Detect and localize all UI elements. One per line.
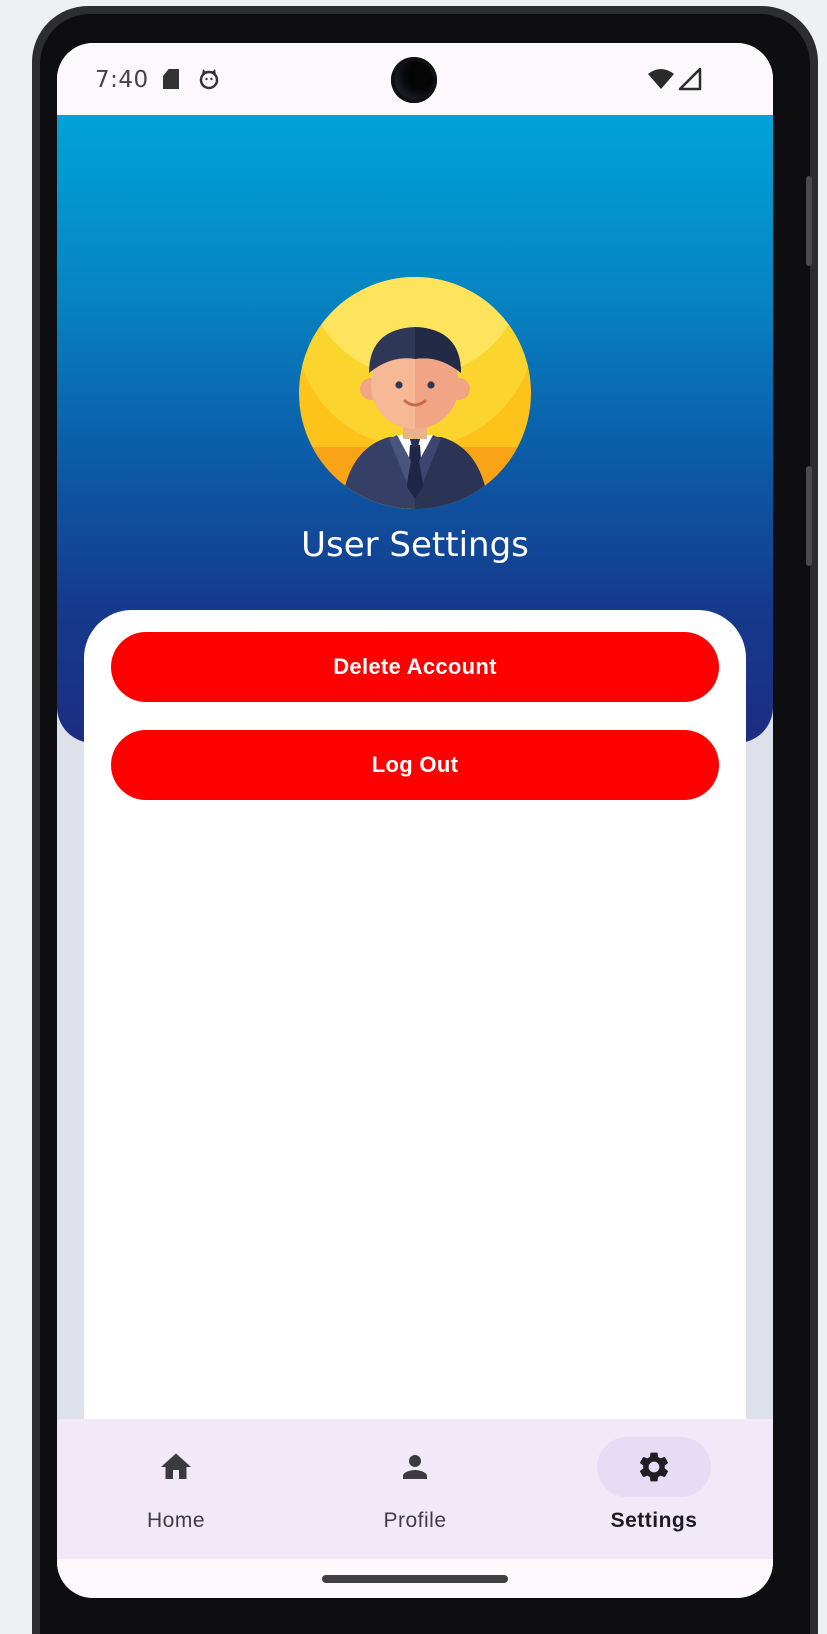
status-time: 7:40 [95,67,149,93]
gesture-area [57,1559,773,1598]
front-camera [391,57,437,103]
delete-account-button[interactable]: Delete Account [111,632,719,702]
cat-icon [199,69,219,90]
nav-item-home[interactable]: Home [57,1419,295,1559]
log-out-button[interactable]: Log Out [111,730,719,800]
sd-card-icon [163,69,179,89]
home-gesture-bar[interactable] [322,1575,508,1583]
gear-icon [639,1452,669,1482]
page-title: User Settings [301,525,529,565]
businessman-avatar-icon [299,277,531,509]
nav-label-home: Home [146,1509,206,1532]
settings-content: User Settings Delete Account Log Out [57,115,773,1430]
home-icon [161,1453,191,1479]
person-icon [403,1455,427,1479]
phone-screen: 7:40 User Settings Delete Account Log Ou… [57,43,773,1598]
power-button [806,466,812,566]
status-bar: 7:40 [57,43,773,115]
nav-label-profile: Profile [383,1509,447,1532]
nav-item-settings[interactable]: Settings [535,1419,773,1559]
volume-button [806,176,812,266]
nav-label-settings: Settings [610,1509,698,1532]
wifi-icon [648,69,674,89]
bottom-navigation: Home Profile Settings [57,1419,773,1559]
settings-card: Delete Account Log Out [84,610,746,1430]
nav-item-profile[interactable]: Profile [296,1419,534,1559]
signal-icon [678,67,702,91]
